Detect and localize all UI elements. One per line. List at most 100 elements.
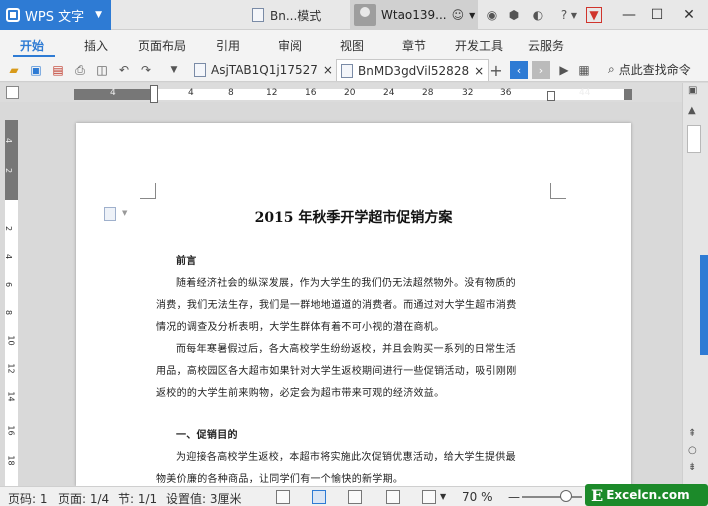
side-panel-tab[interactable]	[700, 255, 708, 355]
command-search[interactable]: ⌕ 点此查找命令	[608, 61, 691, 78]
prev-page-icon[interactable]: ⇞	[688, 428, 696, 439]
document-page[interactable]: ▼ 2015 年秋季开学超市促销方案 前言 随着经济社会的纵深发展，作为大学生的…	[76, 123, 631, 486]
zoom-slider-knob[interactable]	[560, 490, 572, 502]
doc-line[interactable]: 返校的的大学生前来购物，必定会为超市带来可观的经济效益。	[156, 383, 548, 405]
doc-line[interactable]: 用品，高校园区各大超市如果针对大学生返校期间进行一些促销活动，吸引刚刚	[156, 361, 548, 383]
logo-letter: E	[591, 485, 604, 505]
doc-line[interactable]: 消费，我们无法生存，我们是一群地地道道的消费者。而通过对大学生超市消费	[156, 295, 548, 317]
document-title[interactable]: 2015 年秋季开学超市促销方案	[76, 207, 631, 227]
ruler-tick: 24	[383, 88, 395, 98]
status-page-number[interactable]: 页码: 1	[8, 490, 48, 506]
chevron-down-icon: ▼	[95, 10, 102, 20]
user-account[interactable]: Wtao139... ☺ ▼	[350, 0, 478, 30]
doc-line[interactable]: 为迎接各高校学生返校，本超市将实施此次促销优惠活动，给大学生提供最	[176, 447, 546, 469]
title-bar: WPS 文字 ▼ Bn...模式 Wtao139... ☺ ▼ ◉ ⬢ ◐ ? …	[0, 0, 708, 30]
zoom-slider[interactable]	[522, 496, 582, 498]
outline-view-icon[interactable]	[348, 490, 362, 504]
close-icon[interactable]: ×	[474, 64, 484, 78]
close-button[interactable]: ✕	[678, 4, 700, 26]
tab-next-button[interactable]: ›	[532, 61, 550, 79]
protect-view-icon[interactable]	[422, 490, 436, 504]
vertical-ruler[interactable]: 4 2 2 4 6 8 10 12 14 16 18	[4, 120, 18, 486]
menu-view[interactable]: 视图	[340, 37, 364, 54]
vruler-tick: 4	[4, 253, 14, 260]
doc-line[interactable]: 随着经济社会的纵深发展，作为大学生的我们仍无法超然物外。没有物质的	[176, 273, 546, 295]
redo-icon[interactable]: ↷	[138, 62, 154, 78]
doc-line[interactable]: 情况的调查及分析表明，大学生群体有着不可小视的潜在商机。	[156, 317, 548, 339]
download-icon[interactable]: ▼	[586, 7, 602, 23]
vruler-tick: 6	[4, 281, 14, 288]
vruler-tick: 12	[6, 363, 16, 374]
status-setting[interactable]: 设置值: 3厘米	[166, 490, 242, 506]
menu-page-layout[interactable]: 页面布局	[138, 37, 186, 54]
select-browse-icon[interactable]: ○	[688, 445, 697, 456]
doc-tab-label: BnMD3gdVil52828	[358, 63, 470, 78]
wps-menu-label: WPS 文字	[25, 9, 85, 25]
menu-references[interactable]: 引用	[216, 37, 240, 54]
search-label: 点此查找命令	[618, 63, 691, 77]
doc-tab[interactable]: AsjTAB1Q1j17527 ×	[190, 59, 337, 81]
wps-menu-button[interactable]: WPS 文字 ▼	[0, 0, 111, 30]
menu-developer[interactable]: 开发工具	[455, 37, 503, 54]
search-icon: ⌕	[608, 62, 615, 76]
skin-switch-icon[interactable]: ◐	[530, 7, 546, 23]
menu-chapter[interactable]: 章节	[402, 37, 426, 54]
status-section[interactable]: 节: 1/1	[118, 490, 157, 506]
scroll-up-icon[interactable]: ▲	[688, 105, 696, 116]
chevron-down-icon[interactable]: ▼	[166, 62, 182, 78]
layout-icon[interactable]: ▦	[576, 62, 592, 78]
ruler-area: 4 4 8 12 16 20 24 28 32 36 44	[0, 83, 682, 103]
margin-corner-mark	[550, 183, 566, 199]
page-view-icon[interactable]	[312, 490, 326, 504]
settings-icon[interactable]: ⬢	[506, 7, 522, 23]
open-icon[interactable]: ▰	[6, 62, 22, 78]
vruler-tick: 10	[6, 335, 16, 346]
left-indent-marker[interactable]	[150, 85, 158, 103]
tab-stop-selector[interactable]	[6, 86, 19, 99]
minimize-button[interactable]: —	[618, 4, 640, 26]
panel-toggle-icon[interactable]: ▣	[688, 85, 697, 96]
chevron-down-icon[interactable]: ▼	[566, 7, 582, 23]
zoom-level[interactable]: 70 %	[462, 490, 493, 504]
document-icon	[194, 63, 206, 77]
skin-icon[interactable]: ☺	[452, 8, 465, 22]
menu-review[interactable]: 审阅	[278, 37, 302, 54]
print-preview-icon[interactable]: ◫	[94, 62, 110, 78]
doc-heading[interactable]: 前言	[176, 251, 568, 273]
add-tab-icon[interactable]: +	[488, 61, 504, 80]
doc-line[interactable]: 物美价廉的各种商品，让同学们有一个愉快的新学期。	[156, 469, 548, 486]
zoom-out-icon[interactable]: —	[508, 490, 520, 504]
menu-cloud[interactable]: 云服务	[528, 37, 564, 54]
scrollbar-thumb[interactable]	[687, 125, 701, 153]
print-icon[interactable]: ⎙	[72, 62, 88, 78]
ruler-tick: 4	[188, 88, 194, 98]
quick-toolbar: ▰ ▣ ▤ ⎙ ◫ ↶ ↷ ▼ AsjTAB1Q1j17527 × BnMD3g…	[0, 58, 708, 82]
chevron-down-icon[interactable]: ▼	[469, 11, 475, 20]
undo-icon[interactable]: ↶	[116, 62, 132, 78]
web-view-icon[interactable]	[386, 490, 400, 504]
wps-logo-icon	[6, 8, 20, 22]
avatar	[354, 4, 376, 26]
maximize-button[interactable]: ☐	[646, 4, 668, 26]
tab-prev-button[interactable]: ‹	[510, 61, 528, 79]
menu-bar: 开始 插入 页面布局 引用 审阅 视图 章节 开发工具 云服务	[0, 30, 708, 58]
doc-heading[interactable]: 一、促销目的	[176, 425, 568, 447]
ruler-tick: 32	[462, 88, 474, 98]
chevron-down-icon[interactable]: ▼	[440, 492, 446, 501]
doc-tab-active[interactable]: BnMD3gdVil52828 ×	[336, 59, 490, 81]
tab-list-icon[interactable]: ▶	[556, 62, 572, 78]
reading-view-icon[interactable]	[276, 490, 290, 504]
menu-home[interactable]: 开始	[20, 37, 44, 54]
close-icon[interactable]: ×	[323, 63, 333, 77]
export-pdf-icon[interactable]: ▤	[50, 62, 66, 78]
logo-text: Excelcn.com	[606, 488, 690, 502]
status-page-count[interactable]: 页面: 1/4	[58, 490, 109, 506]
menu-insert[interactable]: 插入	[84, 37, 108, 54]
next-page-icon[interactable]: ⇟	[688, 462, 696, 473]
save-icon[interactable]: ▣	[28, 62, 44, 78]
watermark-logo: E Excelcn.com	[585, 484, 708, 506]
doc-line[interactable]: 而每年寒暑假过后，各大高校学生纷纷返校，并且会购买一系列的日常生活	[176, 339, 546, 361]
window-tab-doc[interactable]: Bn...模式	[252, 5, 321, 25]
right-indent-marker[interactable]	[547, 91, 555, 101]
feedback-icon[interactable]: ◉	[484, 7, 500, 23]
